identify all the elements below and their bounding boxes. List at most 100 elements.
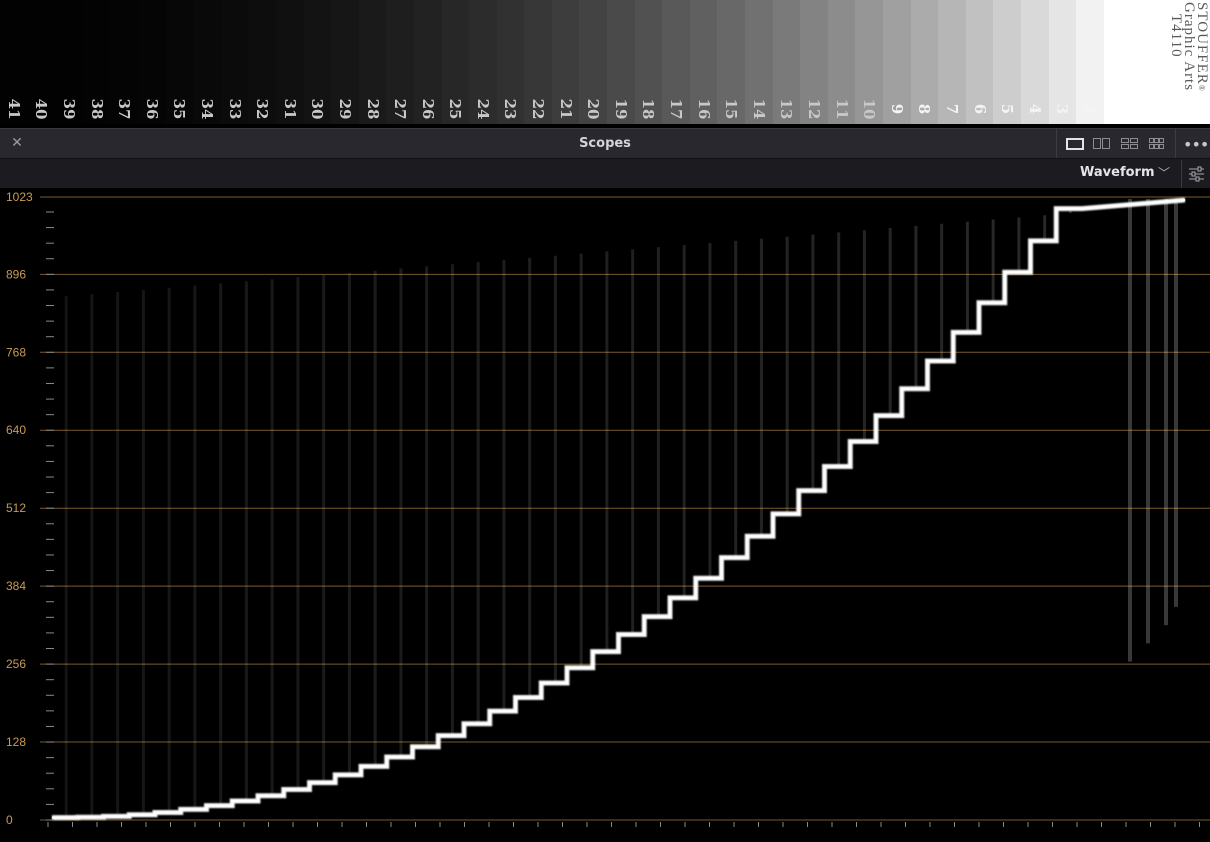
wedge-step: 35 bbox=[165, 0, 194, 124]
wedge-step-number: 3 bbox=[1053, 103, 1072, 115]
y-tick-label: 1023 bbox=[6, 190, 33, 204]
step-wedge-strip: 41 40 39 38 37 36 35 34 33 32 31 30 29 28 27 26 25 24 23 22… bbox=[0, 0, 1104, 124]
wedge-step: 22 bbox=[524, 0, 552, 124]
wedge-step-number: 20 bbox=[584, 98, 603, 120]
wedge-step-number: 37 bbox=[115, 98, 134, 120]
wedge-step: 30 bbox=[303, 0, 332, 124]
wedge-step: 27 bbox=[386, 0, 414, 124]
layout-selector bbox=[1056, 129, 1176, 158]
wedge-step-number: 33 bbox=[225, 98, 244, 120]
wedge-step: 37 bbox=[110, 0, 138, 124]
y-tick-label: 512 bbox=[6, 501, 26, 515]
wedge-step-number: 39 bbox=[59, 98, 78, 120]
wedge-step-number: 27 bbox=[391, 98, 410, 120]
wedge-step: 7 bbox=[938, 0, 966, 124]
wedge-step-number: 8 bbox=[915, 103, 934, 115]
step-wedge-image: 41 40 39 38 37 36 35 34 33 32 31 30 29 28 27 26 25 24 23 22… bbox=[0, 0, 1210, 124]
wedge-step: 18 bbox=[634, 0, 663, 124]
wedge-step: 2 bbox=[1076, 0, 1104, 124]
wedge-step-number: 29 bbox=[335, 98, 354, 120]
wedge-step-number: 17 bbox=[667, 98, 686, 120]
wedge-step-number: 4 bbox=[1025, 103, 1044, 115]
wedge-step: 14 bbox=[745, 0, 773, 124]
quad-view-icon[interactable] bbox=[1121, 138, 1139, 149]
y-tick-label: 384 bbox=[6, 579, 26, 593]
wedge-step-number: 2 bbox=[1080, 103, 1099, 115]
quad-wide-view-icon[interactable] bbox=[1149, 138, 1167, 149]
panel-title: Scopes bbox=[579, 136, 631, 151]
dual-view-icon[interactable] bbox=[1093, 138, 1111, 149]
wedge-step-number: 12 bbox=[805, 98, 824, 120]
wedge-step: 3 bbox=[1048, 0, 1077, 124]
more-dots-icon[interactable]: ••• bbox=[1183, 135, 1209, 154]
y-tick-label: 0 bbox=[6, 813, 13, 827]
wedge-step-number: 21 bbox=[556, 98, 575, 120]
wedge-step: 29 bbox=[331, 0, 359, 124]
wedge-step: 23 bbox=[496, 0, 525, 124]
wedge-step: 19 bbox=[607, 0, 635, 124]
wedge-step: 33 bbox=[220, 0, 249, 124]
wedge-step: 28 bbox=[358, 0, 387, 124]
wedge-step: 13 bbox=[772, 0, 801, 124]
wedge-step-number: 11 bbox=[832, 98, 851, 120]
scopes-toolbar: Waveform ﹀ bbox=[0, 158, 1210, 188]
wedge-step-number: 24 bbox=[473, 98, 492, 120]
wedge-step: 34 bbox=[193, 0, 221, 124]
wedge-step-number: 31 bbox=[280, 98, 299, 120]
wedge-step-number: 40 bbox=[32, 98, 51, 120]
wedge-step: 26 bbox=[413, 0, 442, 124]
wedge-step: 39 bbox=[55, 0, 83, 124]
waveform-graph: 1023 896 768 640 512 384 256 128 0 bbox=[6, 190, 1210, 827]
wedge-step: 40 bbox=[27, 0, 56, 124]
wedge-step-number: 32 bbox=[253, 98, 272, 120]
wedge-step-number: 23 bbox=[501, 98, 520, 120]
wedge-step-number: 41 bbox=[4, 98, 23, 120]
wedge-step: 10 bbox=[855, 0, 883, 124]
wedge-step: 17 bbox=[662, 0, 690, 124]
wedge-step-number: 9 bbox=[887, 103, 906, 115]
wedge-step-number: 25 bbox=[446, 98, 465, 120]
wedge-step: 25 bbox=[441, 0, 470, 124]
wedge-step-number: 28 bbox=[363, 98, 382, 120]
wedge-step: 31 bbox=[275, 0, 304, 124]
wedge-step: 9 bbox=[883, 0, 911, 124]
y-tick-label: 768 bbox=[6, 345, 26, 359]
wedge-step-number: 36 bbox=[142, 98, 161, 120]
wedge-step: 24 bbox=[469, 0, 497, 124]
wedge-step: 15 bbox=[717, 0, 746, 124]
wedge-step: 5 bbox=[993, 0, 1021, 124]
wedge-step-number: 14 bbox=[749, 98, 768, 120]
wedge-step: 16 bbox=[689, 0, 718, 124]
wedge-step-number: 15 bbox=[722, 98, 741, 120]
scopes-title-bar: ✕ Scopes ••• bbox=[0, 128, 1210, 158]
wedge-step: 8 bbox=[910, 0, 939, 124]
scope-type-label: Waveform bbox=[1080, 165, 1155, 180]
wedge-step: 11 bbox=[827, 0, 856, 124]
wedge-step-number: 5 bbox=[998, 103, 1017, 115]
wedge-step: 6 bbox=[965, 0, 994, 124]
chevron-down-icon: ﹀ bbox=[1158, 166, 1171, 180]
wedge-label: STOUFFER® Graphic Arts T4110 bbox=[1104, 0, 1210, 124]
wedge-step: 20 bbox=[579, 0, 608, 124]
y-tick-label: 128 bbox=[6, 735, 26, 749]
wedge-step: 12 bbox=[800, 0, 828, 124]
y-tick-label: 256 bbox=[6, 657, 26, 671]
wedge-step: 36 bbox=[137, 0, 166, 124]
wedge-step-number: 35 bbox=[170, 98, 189, 120]
wedge-step-number: 16 bbox=[694, 98, 713, 120]
wedge-step-number: 38 bbox=[87, 98, 106, 120]
single-view-icon[interactable] bbox=[1066, 138, 1084, 150]
wedge-step-number: 7 bbox=[942, 103, 961, 115]
wedge-step-number: 26 bbox=[418, 98, 437, 120]
y-tick-label: 896 bbox=[6, 267, 26, 281]
waveform-scope: 1023 896 768 640 512 384 256 128 0 bbox=[0, 188, 1210, 842]
wedge-step-number: 19 bbox=[611, 98, 630, 120]
wedge-step: 41 bbox=[0, 0, 28, 124]
wedge-step-number: 34 bbox=[197, 98, 216, 120]
wedge-label-text: STOUFFER® Graphic Arts T4110 bbox=[1168, 2, 1210, 92]
sliders-icon[interactable] bbox=[1181, 160, 1210, 188]
wedge-step-number: 22 bbox=[529, 98, 548, 120]
wedge-step-number: 6 bbox=[970, 103, 989, 115]
scope-type-dropdown[interactable]: Waveform ﹀ bbox=[1080, 165, 1176, 183]
wedge-step: 38 bbox=[82, 0, 111, 124]
